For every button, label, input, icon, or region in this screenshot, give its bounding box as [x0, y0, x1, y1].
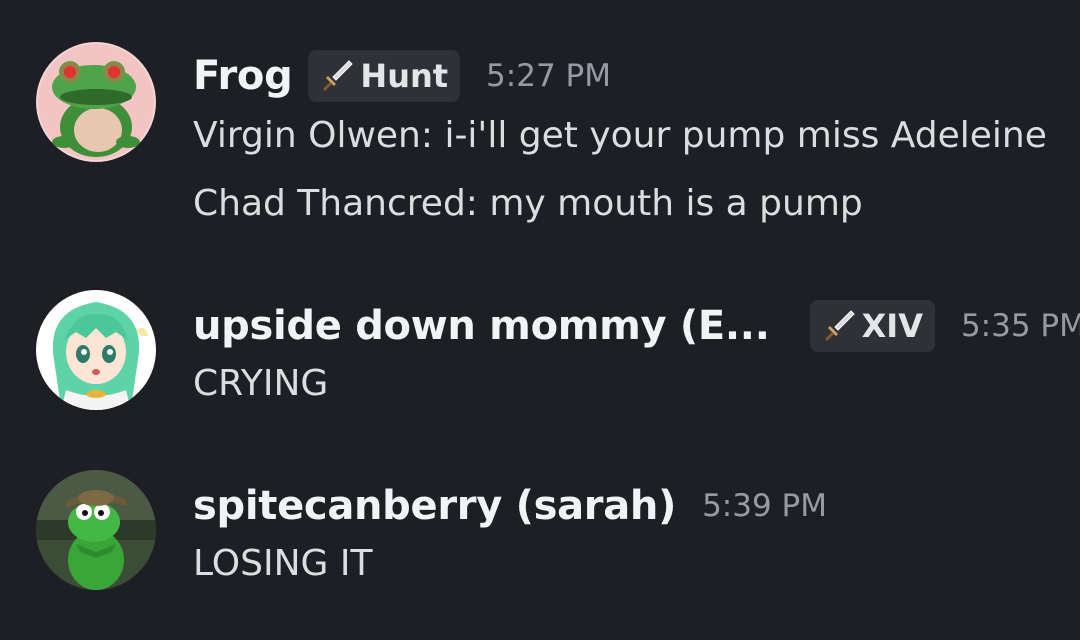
message-text: Virgin Olwen: i-i'll get your pump miss … [193, 115, 1047, 156]
username[interactable]: upside down mommy (E... [193, 303, 770, 349]
message-header: upside down mommy (E... XIV 5:35 PM [193, 296, 1080, 356]
timestamp: 5:35 PM [960, 308, 1080, 344]
kermit-avatar-image [36, 470, 156, 590]
timestamp: 5:39 PM [702, 488, 827, 524]
avatar[interactable] [36, 470, 156, 590]
avatar[interactable] [36, 290, 156, 410]
timestamp: 5:27 PM [486, 58, 611, 94]
sword-icon [824, 310, 855, 341]
anime-girl-avatar-image [36, 290, 156, 410]
message-text: LOSING IT [193, 543, 373, 584]
message-text: CRYING [193, 363, 329, 404]
message-header: spitecanberry (sarah) 5:39 PM [193, 476, 827, 536]
username[interactable]: Frog [193, 53, 293, 99]
server-tag-label: XIV [861, 307, 923, 345]
frog-avatar-image [36, 42, 156, 162]
message-header: Frog Hunt 5:27 PM [193, 46, 611, 106]
server-tag[interactable]: Hunt [308, 50, 461, 102]
username[interactable]: spitecanberry (sarah) [193, 483, 676, 529]
server-tag[interactable]: XIV [809, 300, 935, 352]
server-tag-label: Hunt [360, 57, 449, 95]
sword-icon [323, 60, 354, 91]
message-text: Chad Thancred: my mouth is a pump [193, 183, 863, 224]
avatar[interactable] [36, 42, 156, 162]
